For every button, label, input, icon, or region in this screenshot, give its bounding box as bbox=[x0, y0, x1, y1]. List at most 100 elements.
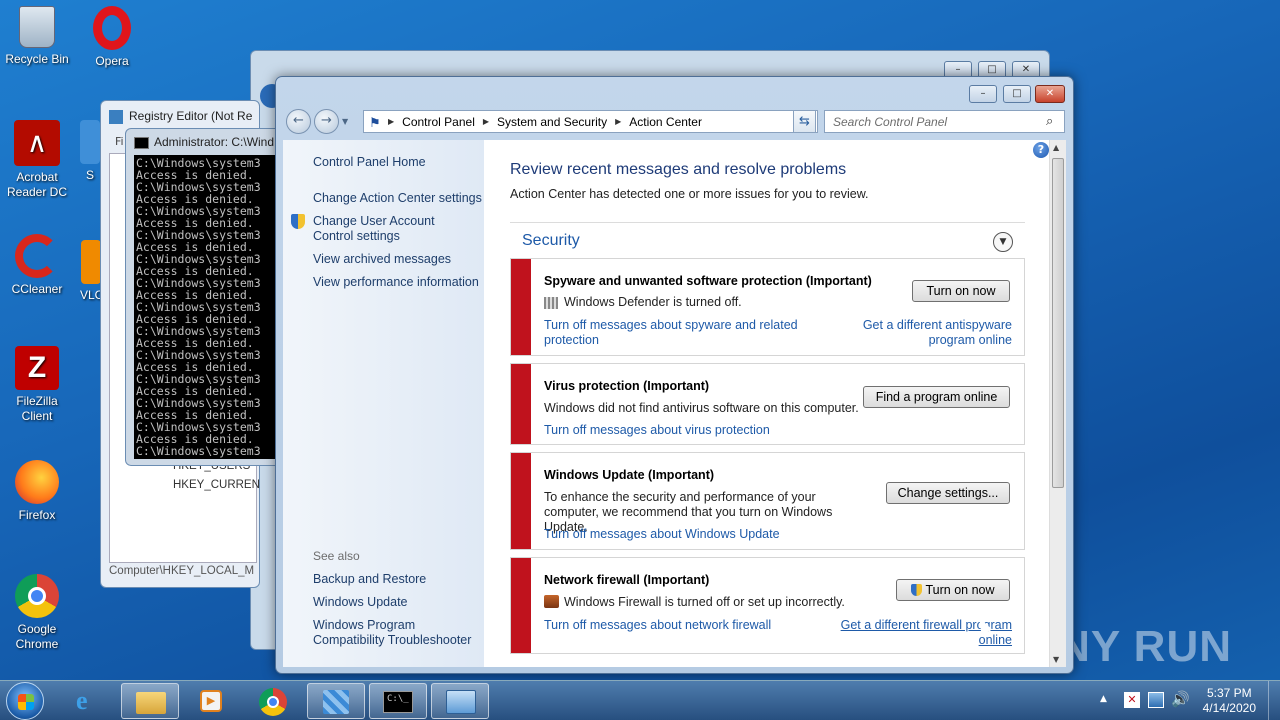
card-title: Windows Update (Important) bbox=[544, 468, 715, 482]
scroll-down-arrow[interactable]: ▼ bbox=[1053, 655, 1059, 664]
taskbar: e ▶ C:\_ ▲ ✕ 🔊 5:37 PM 4/14/2020 bbox=[0, 680, 1280, 720]
desktop-icon-ccleaner[interactable]: CCleaner bbox=[0, 234, 74, 297]
desktop-icon-label: CCleaner bbox=[11, 282, 63, 296]
tree-item[interactable]: HKEY_CURREN bbox=[173, 479, 260, 491]
control-panel-icon bbox=[446, 690, 476, 714]
firewall-icon bbox=[544, 595, 559, 608]
scroll-up-arrow[interactable]: ▲ bbox=[1053, 143, 1059, 152]
taskbar-control-panel[interactable] bbox=[431, 683, 489, 719]
clock-time: 5:37 PM bbox=[1206, 686, 1252, 700]
control-panel-home-link[interactable]: Control Panel Home bbox=[313, 155, 426, 170]
card-description: Windows Firewall is turned off or set up… bbox=[564, 595, 845, 609]
refresh-button[interactable]: ⇆ bbox=[793, 110, 816, 133]
windows-logo-icon bbox=[18, 694, 34, 710]
windows-update-link[interactable]: Windows Update bbox=[313, 595, 408, 610]
backup-restore-link[interactable]: Backup and Restore bbox=[313, 572, 426, 587]
desktop-icon-vlc[interactable]: VLC bbox=[80, 240, 102, 303]
cmd-output-line: C:\Windows\system3 bbox=[136, 444, 261, 458]
vertical-scrollbar[interactable]: ▲ ▼ bbox=[1049, 140, 1066, 667]
get-antispyware-link[interactable]: Get a different antispyware program onli… bbox=[850, 318, 1012, 348]
virus-protection-card: Virus protection (Important) Windows did… bbox=[510, 363, 1025, 445]
clock-date: 4/14/2020 bbox=[1202, 701, 1256, 715]
taskbar-chrome[interactable] bbox=[244, 683, 302, 719]
recent-pages-dropdown[interactable]: ▼ bbox=[342, 117, 348, 126]
search-icon[interactable]: ⌕ bbox=[1046, 114, 1053, 129]
turn-on-defender-button[interactable]: Turn on now bbox=[912, 280, 1010, 302]
content-area: Control Panel Home Change Action Center … bbox=[283, 140, 1066, 667]
action-center-window[interactable]: – □ ✕ ← → ▼ ⚑ ▶ Control Panel ▶ System a… bbox=[275, 76, 1074, 674]
registry-icon bbox=[109, 109, 123, 124]
minimize-button[interactable]: – bbox=[969, 85, 997, 103]
taskbar-internet-explorer[interactable]: e bbox=[60, 683, 118, 719]
breadcrumb-chevron-icon[interactable]: ▶ bbox=[615, 117, 621, 126]
uac-shield-icon bbox=[911, 584, 923, 596]
address-bar[interactable]: ⚑ ▶ Control Panel ▶ System and Security … bbox=[363, 110, 818, 133]
show-desktop-button[interactable] bbox=[1268, 681, 1280, 720]
turn-off-update-messages-link[interactable]: Turn off messages about Windows Update bbox=[544, 527, 780, 542]
registry-editor-icon bbox=[323, 690, 349, 714]
forward-button[interactable]: → bbox=[314, 109, 339, 134]
change-action-center-settings-link[interactable]: Change Action Center settings bbox=[313, 191, 482, 206]
cmd-icon bbox=[134, 136, 149, 149]
close-button[interactable]: ✕ bbox=[1035, 85, 1065, 103]
taskbar-explorer[interactable] bbox=[121, 683, 179, 719]
find-program-online-button[interactable]: Find a program online bbox=[863, 386, 1010, 408]
volume-icon[interactable]: 🔊 bbox=[1171, 690, 1190, 708]
left-nav-pane: Control Panel Home Change Action Center … bbox=[283, 140, 484, 667]
divider bbox=[510, 222, 1025, 223]
breadcrumb-control-panel[interactable]: Control Panel bbox=[402, 115, 475, 129]
card-description: Windows Defender is turned off. bbox=[564, 295, 742, 309]
action-center-flag-icon[interactable]: ✕ bbox=[1124, 692, 1140, 708]
desktop-icon-firefox[interactable]: Firefox bbox=[0, 460, 74, 523]
turn-off-spyware-messages-link[interactable]: Turn off messages about spyware and rela… bbox=[544, 318, 804, 348]
cmd-output[interactable]: C:\Windows\system3 Access is denied. C:\Wi… bbox=[134, 155, 284, 459]
collapse-chevron-icon[interactable]: ▼ bbox=[993, 232, 1013, 252]
turn-on-firewall-button[interactable]: Turn on now bbox=[896, 579, 1010, 601]
turn-off-virus-messages-link[interactable]: Turn off messages about virus protection bbox=[544, 423, 770, 438]
app-icon bbox=[80, 120, 100, 164]
page-subtitle: Action Center has detected one or more i… bbox=[510, 187, 869, 201]
desktop-icon-label: S bbox=[85, 168, 94, 182]
view-performance-info-link[interactable]: View performance information bbox=[313, 275, 479, 290]
view-archived-messages-link[interactable]: View archived messages bbox=[313, 252, 451, 267]
scrollbar-thumb[interactable] bbox=[1052, 158, 1064, 488]
desktop-icon-filezilla[interactable]: Z FileZilla Client bbox=[0, 346, 74, 424]
desktop-icon-partial-s[interactable]: S bbox=[80, 120, 100, 183]
turn-off-firewall-messages-link[interactable]: Turn off messages about network firewall bbox=[544, 618, 771, 633]
show-hidden-icons-button[interactable]: ▲ bbox=[1100, 694, 1107, 704]
change-settings-button[interactable]: Change settings... bbox=[886, 482, 1010, 504]
taskbar-media-player[interactable]: ▶ bbox=[182, 683, 240, 719]
registry-status-bar: Computer\HKEY_LOCAL_M bbox=[109, 565, 255, 577]
desktop-icon-label: VLC bbox=[80, 288, 102, 302]
taskbar-cmd[interactable]: C:\_ bbox=[369, 683, 427, 719]
network-icon[interactable] bbox=[1148, 692, 1164, 708]
search-input[interactable]: Search Control Panel bbox=[824, 110, 1065, 133]
breadcrumb-system-security[interactable]: System and Security bbox=[497, 115, 607, 129]
cmd-window[interactable]: Administrator: C:\Wind C:\Windows\system… bbox=[125, 128, 285, 466]
desktop-icon-chrome[interactable]: Google Chrome bbox=[0, 574, 74, 652]
uac-shield-icon bbox=[291, 214, 305, 229]
media-player-icon: ▶ bbox=[200, 690, 222, 712]
firefox-icon bbox=[15, 460, 59, 504]
desktop-icon-label: Recycle Bin bbox=[5, 52, 69, 66]
cmd-title: Administrator: C:\Wind bbox=[134, 135, 274, 149]
desktop-icon-acrobat[interactable]: ∧ Acrobat Reader DC bbox=[0, 120, 74, 200]
menu-file[interactable]: Fi bbox=[115, 135, 124, 148]
compatibility-troubleshooter-link[interactable]: Windows Program Compatibility Troublesho… bbox=[313, 618, 478, 648]
taskbar-clock[interactable]: 5:37 PM 4/14/2020 bbox=[1203, 686, 1256, 716]
desktop-icon-recycle-bin[interactable]: Recycle Bin bbox=[0, 6, 74, 67]
vlc-icon bbox=[81, 240, 101, 284]
desktop-icon-opera[interactable]: Opera bbox=[75, 6, 149, 69]
start-button[interactable] bbox=[6, 682, 44, 720]
breadcrumb-action-center[interactable]: Action Center bbox=[629, 115, 702, 129]
windows-update-card: Windows Update (Important) To enhance th… bbox=[510, 452, 1025, 550]
card-description: Windows did not find antivirus software … bbox=[544, 401, 859, 415]
control-panel-flag-icon: ⚑ bbox=[369, 115, 381, 130]
back-button[interactable]: ← bbox=[286, 109, 311, 134]
maximize-button[interactable]: □ bbox=[1003, 85, 1031, 103]
taskbar-registry-editor[interactable] bbox=[307, 683, 365, 719]
help-icon[interactable]: ? bbox=[1033, 142, 1049, 158]
security-section-title[interactable]: Security bbox=[522, 232, 580, 250]
breadcrumb-chevron-icon[interactable]: ▶ bbox=[483, 117, 489, 126]
change-uac-settings-link[interactable]: Change User Account Control settings bbox=[313, 214, 478, 244]
